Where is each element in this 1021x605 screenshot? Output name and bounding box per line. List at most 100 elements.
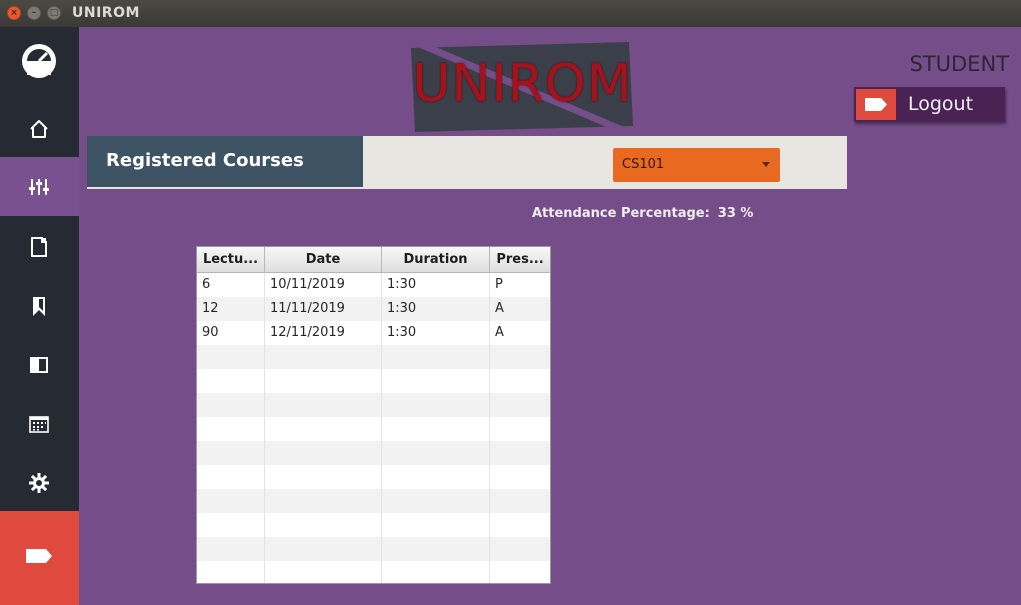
table-cell[interactable] <box>197 513 265 537</box>
table-cell[interactable] <box>490 465 550 489</box>
table-row[interactable]: 6 10/11/2019 1:30 P <box>197 273 550 297</box>
table-cell[interactable] <box>265 561 382 583</box>
column-header-lecture[interactable]: Lectu... <box>197 247 265 272</box>
half-square-icon <box>30 357 48 373</box>
table-cell[interactable]: 12 <box>197 297 265 321</box>
window-titlebar: × – □ UNIROM <box>0 0 1021 27</box>
table-cell[interactable] <box>490 417 550 441</box>
close-icon: × <box>10 8 18 18</box>
maximize-icon: □ <box>49 8 59 18</box>
column-header-presence[interactable]: Pres... <box>490 247 550 272</box>
sidebar-item-settings[interactable] <box>0 453 79 512</box>
window-maximize-button[interactable]: □ <box>47 6 61 20</box>
table-cell[interactable] <box>382 489 490 513</box>
sidebar-item-exit[interactable] <box>0 511 79 605</box>
table-cell[interactable] <box>265 369 382 393</box>
course-select-value: CS101 <box>622 157 665 172</box>
sidebar-item-bookmarks[interactable] <box>0 276 79 335</box>
table-cell[interactable]: 12/11/2019 <box>265 321 382 345</box>
table-cell[interactable] <box>265 345 382 369</box>
table-cell[interactable] <box>265 513 382 537</box>
table-row[interactable] <box>197 465 550 489</box>
table-cell[interactable] <box>197 393 265 417</box>
table-cell[interactable] <box>382 345 490 369</box>
table-cell[interactable] <box>265 537 382 561</box>
table-cell[interactable] <box>197 369 265 393</box>
table-row[interactable] <box>197 561 550 583</box>
table-cell[interactable] <box>265 465 382 489</box>
table-row[interactable] <box>197 417 550 441</box>
table-row[interactable] <box>197 537 550 561</box>
table-cell[interactable] <box>382 441 490 465</box>
course-select[interactable]: CS101 <box>613 148 780 182</box>
table-row[interactable] <box>197 513 550 537</box>
sidebar-item-documents[interactable] <box>0 217 79 276</box>
table-row[interactable] <box>197 441 550 465</box>
tag-icon <box>865 98 887 111</box>
sidebar-item-registered-courses[interactable] <box>0 157 79 216</box>
table-row[interactable] <box>197 489 550 513</box>
table-cell[interactable] <box>490 513 550 537</box>
table-cell[interactable] <box>490 489 550 513</box>
table-cell[interactable] <box>382 561 490 583</box>
table-cell[interactable] <box>197 489 265 513</box>
table-cell[interactable] <box>382 537 490 561</box>
table-cell[interactable]: 6 <box>197 273 265 297</box>
table-cell[interactable] <box>382 417 490 441</box>
table-cell[interactable] <box>490 345 550 369</box>
table-cell[interactable]: 1:30 <box>382 273 490 297</box>
logout-button[interactable]: Logout <box>854 87 1005 122</box>
chevron-down-icon <box>762 162 770 167</box>
sidebar-item-home[interactable] <box>0 99 79 158</box>
window-minimize-button[interactable]: – <box>27 6 41 20</box>
table-cell[interactable] <box>490 537 550 561</box>
table-row[interactable] <box>197 369 550 393</box>
table-cell[interactable]: A <box>490 321 550 345</box>
table-row[interactable]: 12 11/11/2019 1:30 A <box>197 297 550 321</box>
table-cell[interactable]: 1:30 <box>382 321 490 345</box>
table-cell[interactable] <box>382 513 490 537</box>
table-cell[interactable]: 10/11/2019 <box>265 273 382 297</box>
table-cell[interactable]: 11/11/2019 <box>265 297 382 321</box>
sidebar <box>0 27 79 605</box>
table-cell[interactable] <box>382 393 490 417</box>
logo-text: UNIROM <box>412 54 633 114</box>
sidebar-item-panel[interactable] <box>0 335 79 394</box>
window-close-button[interactable]: × <box>7 6 21 20</box>
table-row[interactable]: 90 12/11/2019 1:30 A <box>197 321 550 345</box>
column-header-duration[interactable]: Duration <box>382 247 490 272</box>
attendance-label: Attendance Percentage: <box>532 206 710 221</box>
table-cell[interactable]: A <box>490 297 550 321</box>
table-cell[interactable] <box>265 393 382 417</box>
table-cell[interactable] <box>490 561 550 583</box>
table-cell[interactable] <box>197 561 265 583</box>
table-cell[interactable] <box>382 465 490 489</box>
table-cell[interactable] <box>490 369 550 393</box>
table-cell[interactable] <box>197 537 265 561</box>
bookmark-icon <box>32 297 45 316</box>
table-cell[interactable] <box>490 393 550 417</box>
dashboard-gauge-icon <box>22 44 56 78</box>
sidebar-item-calendar[interactable] <box>0 394 79 453</box>
table-row[interactable] <box>197 393 550 417</box>
table-cell[interactable] <box>265 417 382 441</box>
attendance-value: 33 % <box>717 206 754 221</box>
table-cell[interactable] <box>197 345 265 369</box>
table-cell[interactable]: 90 <box>197 321 265 345</box>
table-cell[interactable]: 1:30 <box>382 297 490 321</box>
column-header-date[interactable]: Date <box>265 247 382 272</box>
table-cell[interactable] <box>382 369 490 393</box>
table-cell[interactable] <box>490 441 550 465</box>
table-row[interactable] <box>197 345 550 369</box>
table-cell[interactable] <box>197 465 265 489</box>
user-role-label: STUDENT <box>909 52 1009 76</box>
table-cell[interactable] <box>265 489 382 513</box>
table-cell[interactable] <box>197 441 265 465</box>
table-cell[interactable] <box>265 441 382 465</box>
attendance-table[interactable]: Lectu... Date Duration Pres... 6 10/11/20… <box>196 246 551 584</box>
table-header: Lectu... Date Duration Pres... <box>197 247 550 273</box>
table-cell[interactable]: P <box>490 273 550 297</box>
header-title-box: Registered Courses <box>87 136 363 187</box>
logout-icon-box <box>856 89 896 120</box>
table-cell[interactable] <box>197 417 265 441</box>
